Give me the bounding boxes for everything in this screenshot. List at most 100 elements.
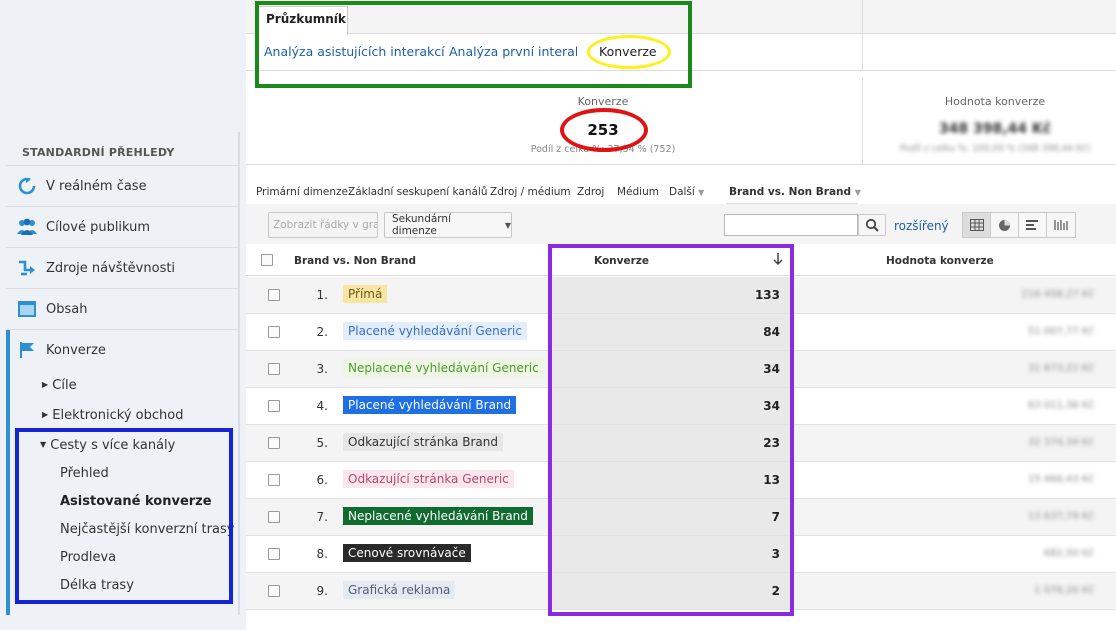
sidebar-item-content[interactable]: Obsah — [6, 289, 240, 329]
channel-label[interactable]: Grafická reklama — [343, 581, 456, 599]
active-section-indicator — [6, 330, 10, 615]
row-checkbox[interactable] — [268, 437, 280, 449]
window-icon — [16, 298, 38, 320]
summary-value-title: Hodnota konverze — [944, 95, 1046, 108]
row-checkbox[interactable] — [268, 289, 280, 301]
channel-label[interactable]: Odkazující stránka Generic — [343, 470, 514, 488]
conversion-value: 63 011,36 Kč — [1027, 400, 1094, 411]
sidebar-sub-goals[interactable]: ▶ Cíle — [42, 378, 77, 393]
channel-label[interactable]: Placené vyhledávání Generic — [343, 322, 527, 340]
flag-icon — [16, 339, 38, 361]
grid-icon — [969, 219, 984, 231]
advanced-filter-link[interactable]: rozšířený — [894, 219, 949, 233]
row-checkbox[interactable] — [268, 548, 280, 560]
sidebar-item-realtime[interactable]: V reálném čase — [6, 166, 240, 206]
caret-right-icon: ▶ — [42, 410, 49, 419]
refresh-icon — [16, 175, 38, 197]
sidebar-item-audience[interactable]: Cílové publikum — [6, 207, 240, 247]
caret-down-icon: ▼ — [504, 220, 511, 230]
row-index: 4. — [316, 399, 328, 413]
channel-label[interactable]: Přímá — [343, 285, 388, 303]
conversion-value: 15 466,43 Kč — [1027, 474, 1094, 485]
separator — [862, 0, 863, 70]
columns-icon — [1054, 220, 1068, 230]
pie-icon — [999, 219, 1010, 231]
sidebar-item-traffic-sources[interactable]: Zdroje návštěvnosti — [6, 248, 240, 288]
sidebar-item-label: Konverze — [46, 342, 106, 358]
row-checkbox[interactable] — [268, 326, 280, 338]
row-index: 8. — [316, 547, 328, 561]
separator — [862, 78, 863, 164]
primary-dimension-label: Primární dimenze: — [256, 186, 352, 198]
bar-list-icon — [1026, 220, 1038, 230]
row-index: 9. — [316, 584, 328, 598]
view-compare-button[interactable] — [1047, 213, 1075, 237]
people-icon — [16, 216, 38, 238]
sidebar-item-label: Zdroje návštěvnosti — [46, 260, 176, 276]
column-header-dimension[interactable]: Brand vs. Non Brand — [294, 255, 416, 267]
secondary-dimension-dropdown[interactable]: Sekundární dimenze ▼ — [384, 212, 512, 238]
sidebar-sub-ecommerce[interactable]: ▶ Elektronický obchod — [42, 408, 183, 423]
dimension-more-label: Další — [669, 186, 695, 198]
row-checkbox[interactable] — [268, 585, 280, 597]
row-index: 5. — [316, 436, 328, 450]
column-header-conversion-value[interactable]: Hodnota konverze — [886, 255, 994, 267]
highlight-box-mcf-menu — [15, 428, 233, 604]
search-icon — [865, 218, 879, 232]
conversion-value: 13 637,79 Kč — [1027, 511, 1094, 522]
row-checkbox[interactable] — [268, 400, 280, 412]
caret-right-icon: ▶ — [42, 380, 49, 389]
highlight-ellipse-total — [560, 108, 648, 152]
dimension-more[interactable]: Další ▼ — [669, 186, 704, 198]
highlight-box-conversions-column — [548, 244, 794, 616]
sidebar-item-label: V reálném čase — [46, 178, 147, 194]
sidebar-sub-label: Elektronický obchod — [52, 408, 184, 423]
row-checkbox[interactable] — [268, 363, 280, 375]
dimension-selected-label: Brand vs. Non Brand — [729, 186, 852, 198]
conversion-value: 216 458,27 Kč — [1021, 289, 1095, 300]
row-index: 6. — [316, 473, 328, 487]
table-search-input[interactable] — [724, 214, 858, 236]
sidebar-item-conversions[interactable]: Konverze — [6, 330, 240, 370]
view-table-button[interactable] — [963, 213, 991, 237]
dimension-medium[interactable]: Médium — [617, 186, 659, 198]
conversion-value: 51 007,77 Kč — [1027, 326, 1094, 337]
row-index: 2. — [316, 325, 328, 339]
channel-label[interactable]: Neplacené vyhledávání Brand — [343, 507, 533, 525]
channel-label[interactable]: Neplacené vyhledávání Generic — [343, 359, 544, 377]
channel-label[interactable]: Cenové srovnávače — [343, 544, 471, 562]
caret-down-icon: ▼ — [854, 188, 861, 197]
row-index: 1. — [316, 288, 328, 302]
sidebar-sub-label: Cíle — [52, 378, 77, 393]
summary-value-share: Podíl z celku %: 100,00 % (348 398,44 Kč… — [899, 144, 1091, 154]
view-switcher — [962, 212, 1076, 238]
dimension-source[interactable]: Zdroj — [577, 186, 604, 198]
conversion-value: 682,50 Kč — [1043, 548, 1094, 559]
sidebar-heading: STANDARDNÍ PŘEHLEDY — [22, 146, 175, 159]
arrows-icon — [16, 257, 38, 279]
view-bar-button[interactable] — [1019, 213, 1047, 237]
secondary-dimension-label: Sekundární dimenze — [392, 213, 451, 237]
row-index: 3. — [316, 362, 328, 376]
dimension-selected[interactable]: Brand vs. Non Brand ▼ — [729, 186, 861, 198]
row-checkbox[interactable] — [268, 474, 280, 486]
dimension-default-channel-grouping[interactable]: Základní seskupení kanálů — [348, 186, 487, 198]
sidebar-item-label: Obsah — [46, 301, 88, 317]
row-index: 7. — [316, 510, 328, 524]
search-button[interactable] — [858, 214, 886, 236]
plot-rows-button[interactable]: Zobrazit řádky v grafu — [268, 212, 378, 238]
conversion-value: 1 076,20 Kč — [1034, 585, 1094, 596]
conversion-value: 32 374,34 Kč — [1027, 437, 1094, 448]
view-pie-button[interactable] — [991, 213, 1019, 237]
summary-value-value: 348 398,44 Kč — [938, 121, 1052, 137]
sidebar-item-label: Cílové publikum — [46, 219, 151, 235]
separator — [246, 164, 1116, 165]
select-all-checkbox[interactable] — [261, 254, 273, 266]
channel-label[interactable]: Odkazující stránka Brand — [343, 433, 503, 451]
summary-conversions-title: Konverze — [577, 95, 629, 108]
row-checkbox[interactable] — [268, 511, 280, 523]
dimension-source-medium[interactable]: Zdroj / médium — [490, 186, 571, 198]
conversion-value: 31 673,22 Kč — [1027, 363, 1094, 374]
channel-label[interactable]: Placené vyhledávání Brand — [343, 396, 517, 414]
highlight-ellipse-conversions-tab — [587, 35, 671, 69]
